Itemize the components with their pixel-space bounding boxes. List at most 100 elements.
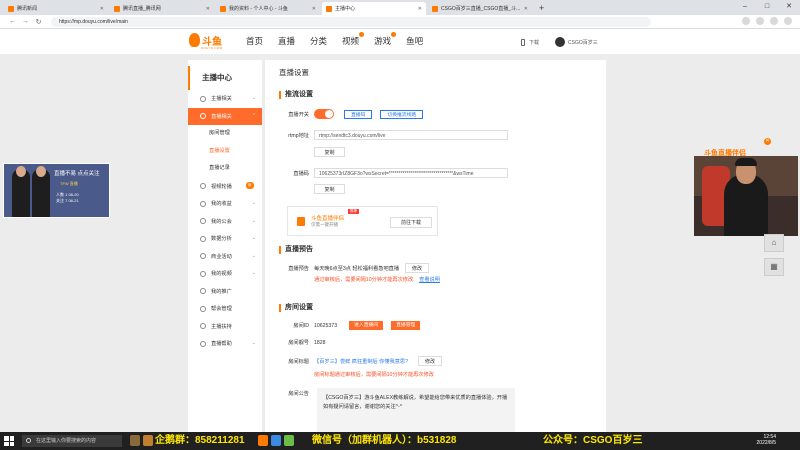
url-input[interactable]: https://mp.douyu.com/live/main bbox=[51, 16, 651, 27]
system-clock[interactable]: 12:54 2022/8/5 bbox=[726, 434, 776, 446]
taskbar-app-icon[interactable] bbox=[271, 435, 281, 446]
avatar[interactable] bbox=[555, 37, 566, 47]
sidebar-item-video-loop[interactable]: 视频轮播新 bbox=[188, 178, 262, 196]
window-controls: – □ ✕ bbox=[734, 0, 800, 15]
sidebar-item-support[interactable]: 主播扶持 bbox=[188, 318, 262, 336]
nav-category[interactable]: 分类 bbox=[310, 29, 327, 55]
close-tab-icon[interactable]: ✕ bbox=[100, 6, 104, 12]
rtmp-copy-row: 复制 bbox=[265, 147, 606, 157]
close-tab-icon[interactable]: ✕ bbox=[418, 6, 422, 12]
back-icon[interactable]: ← bbox=[6, 18, 19, 25]
user-name[interactable]: CSGO百岁三 bbox=[568, 39, 598, 46]
browser-tab[interactable]: 腾讯直播_腾讯网 ✕ bbox=[110, 2, 214, 15]
download-link[interactable]: 下载 bbox=[529, 39, 539, 46]
minimize-icon[interactable]: – bbox=[734, 0, 756, 15]
chevron-down-icon: ⌄ bbox=[251, 217, 256, 224]
address-bar: ← → ↻ https://mp.douyu.com/live/main bbox=[0, 15, 800, 29]
header-user-area: 下载 CSGO百岁三 bbox=[521, 37, 598, 47]
anchor-center-sidebar: 主播中心 主播相关 ⌄ 直播相关 ⌃ 房间管理 直播设置 直播记录 视频轮播新 我的… bbox=[188, 60, 262, 436]
close-tab-icon[interactable]: ✕ bbox=[524, 6, 528, 12]
preview-warn-row: 通过审核后，需要间隔10分钟才能再次修改 查看说明 bbox=[314, 276, 440, 283]
sidebar-item-anchor[interactable]: 主播相关 ⌄ bbox=[188, 90, 262, 108]
stream-section-title: 推流设置 bbox=[279, 91, 313, 99]
stream-code-field[interactable]: 10625373rIZ8GF3o?wsSecret=**************… bbox=[314, 168, 508, 178]
stream-code-button[interactable]: 直播码 bbox=[344, 109, 373, 119]
chevron-down-icon: ⌄ bbox=[251, 270, 256, 276]
code-copy-row: 复制 bbox=[265, 184, 606, 194]
copy-rtmp-button[interactable]: 复制 bbox=[314, 147, 345, 157]
main-nav: 首页 直播 分类 视频 游戏 鱼吧 bbox=[246, 29, 438, 55]
stream-toggle[interactable] bbox=[314, 109, 334, 119]
enter-room-button[interactable]: 进入直播间 bbox=[349, 321, 384, 330]
close-window-icon[interactable]: ✕ bbox=[778, 0, 800, 15]
video-icon bbox=[200, 183, 206, 190]
preview-text: 每天晚6点至3点 轻松福利看急吧直播 bbox=[314, 265, 400, 272]
maximize-icon[interactable]: □ bbox=[756, 0, 778, 15]
nav-home[interactable]: 首页 bbox=[246, 29, 263, 55]
sidebar-item-data[interactable]: 数据分析 ⌄ bbox=[188, 230, 262, 248]
nav-yuba[interactable]: 鱼吧 bbox=[406, 29, 423, 55]
qrcode-icon[interactable]: ▦ bbox=[764, 258, 784, 276]
sidebar-sub-live-records[interactable]: 直播记录 bbox=[188, 160, 262, 178]
profile-icon[interactable] bbox=[770, 17, 778, 25]
forward-icon[interactable]: → bbox=[19, 18, 32, 25]
sidebar-item-clan[interactable]: 帮会管理 bbox=[188, 300, 262, 318]
room-manage-button[interactable]: 直播管理 bbox=[391, 321, 421, 330]
switch-line-button[interactable]: 切换推流线路 bbox=[380, 109, 424, 119]
menu-icon[interactable] bbox=[784, 17, 792, 25]
browser-tab[interactable]: 腾讯新闻 ✕ bbox=[4, 2, 108, 15]
ticker-wechat: 微信号（加群机器人）：b531828 bbox=[312, 435, 457, 446]
user-icon bbox=[200, 95, 206, 102]
windows-start-icon[interactable] bbox=[4, 436, 14, 446]
room-title-warn-row: 房间标题通过审核后，需要间隔10分钟才能再次修改 bbox=[314, 372, 434, 378]
sidebar-item-help[interactable]: 直播帮助 ⌄ bbox=[188, 335, 262, 353]
douyu-logo[interactable]: 斗鱼 DOUYU.COM bbox=[189, 32, 227, 51]
home-icon[interactable]: ⌂ bbox=[764, 234, 784, 252]
preview-row: 直播预告 每天晚6点至3点 轻松福利看急吧直播 修改 bbox=[265, 263, 606, 273]
close-icon[interactable]: ✕ bbox=[764, 138, 771, 145]
rtmp-field[interactable]: rtmp://sendtc3.douyu.com/live bbox=[314, 130, 508, 140]
room-id-value: 10625373 bbox=[314, 322, 338, 329]
live-settings-panel: 直播设置 推流设置 直播开关 直播码 切换推流线路 rtmp地址 rtmp://… bbox=[265, 60, 606, 436]
taskbar-app-icon[interactable] bbox=[130, 435, 140, 446]
taskbar-app-icon[interactable] bbox=[258, 435, 268, 446]
close-tab-icon[interactable]: ✕ bbox=[312, 6, 316, 12]
sidebar-item-income[interactable]: 我的收益 ⌄ bbox=[188, 195, 262, 213]
sidebar-item-business[interactable]: 商业活动 ⌄ bbox=[188, 248, 262, 266]
sidebar-sub-live-settings[interactable]: 直播设置 bbox=[188, 143, 262, 161]
sidebar-item-live[interactable]: 直播相关 ⌃ bbox=[188, 107, 262, 125]
browser-tab[interactable]: 我的资料 - 个人中心 - 斗鱼 ✕ bbox=[216, 2, 320, 15]
hot-dot-icon bbox=[359, 32, 365, 37]
preview-edit-button[interactable]: 修改 bbox=[405, 263, 430, 273]
room-notice-text[interactable]: 【CSGO百岁三】游斗鱼ALEX教练解说，希望能给您带来优质的直播体验，开播如有… bbox=[317, 388, 515, 436]
live-companion-promo: 斗鱼直播伴侣 推荐 仅需一键开播 前往下载 bbox=[287, 206, 438, 236]
view-instructions-link[interactable]: 查看说明 bbox=[419, 276, 440, 283]
tab-favicon-icon bbox=[8, 5, 14, 12]
new-badge: 新 bbox=[246, 181, 254, 189]
nav-game[interactable]: 游戏 bbox=[374, 29, 397, 55]
nav-live[interactable]: 直播 bbox=[278, 29, 295, 55]
sidebar-item-guild[interactable]: 我的公会 ⌄ bbox=[188, 213, 262, 231]
browser-tab-bar: 腾讯新闻 ✕ 腾讯直播_腾讯网 ✕ 我的资料 - 个人中心 - 斗鱼 ✕ 主播中心 ✕ … bbox=[0, 0, 800, 15]
download-button[interactable]: 前往下载 bbox=[390, 217, 432, 228]
favorites-icon[interactable] bbox=[756, 17, 764, 25]
close-tab-icon[interactable]: ✕ bbox=[206, 6, 210, 12]
rtmp-row: rtmp地址 rtmp://sendtc3.douyu.com/live bbox=[265, 130, 606, 140]
browser-tab-active[interactable]: 主播中心 ✕ bbox=[322, 2, 426, 15]
browser-tab[interactable]: CSGO百岁三直播_CSGO直播_斗... ✕ bbox=[428, 2, 532, 15]
taskbar-app-icon[interactable] bbox=[284, 435, 294, 446]
taskbar-app-icon[interactable] bbox=[143, 435, 153, 446]
sidebar-sub-room-manage[interactable]: 房间管理 bbox=[188, 125, 262, 143]
ticker-qq-group: 企鹅群：858211281 bbox=[155, 435, 245, 446]
chevron-down-icon: ⌄ bbox=[251, 340, 256, 346]
copy-code-button[interactable]: 复制 bbox=[314, 184, 345, 194]
sidebar-item-my-videos[interactable]: 我的视频 ⌄ bbox=[188, 265, 262, 283]
room-title-edit-button[interactable]: 修改 bbox=[417, 356, 442, 366]
new-tab-button[interactable]: + bbox=[534, 2, 549, 15]
sidebar-item-promotion[interactable]: 我的推广 bbox=[188, 283, 262, 301]
support-icon bbox=[200, 323, 206, 330]
nav-video[interactable]: 视频 bbox=[342, 29, 365, 55]
reload-icon[interactable]: ↻ bbox=[32, 18, 45, 26]
extension-icon[interactable] bbox=[742, 17, 750, 25]
taskbar-search-input[interactable]: 在这里输入你要搜索的内容 bbox=[22, 435, 122, 447]
